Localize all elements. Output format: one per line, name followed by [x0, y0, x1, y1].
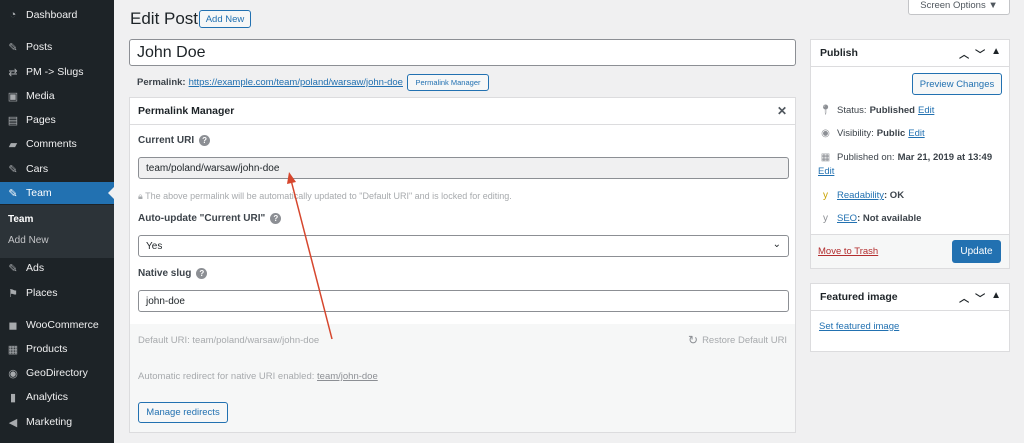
update-button[interactable]: Update: [952, 240, 1001, 263]
current-uri-label: Current URI?: [138, 135, 211, 146]
sidebar-item-comments[interactable]: ▰ Comments: [0, 133, 114, 155]
preview-changes-button[interactable]: Preview Changes: [912, 73, 1002, 95]
add-new-button[interactable]: Add New: [199, 10, 251, 28]
restore-icon: ↻: [688, 333, 699, 347]
sidebar-item-dashboard[interactable]: ◔ Dashboard: [0, 4, 114, 26]
featured-image-box: Featured image ︿ ﹀ ▲ Set featured image: [810, 283, 1010, 352]
chevron-up-icon[interactable]: ︿: [959, 290, 969, 305]
sidebar-item-analytics[interactable]: ▮ Analytics: [0, 386, 114, 408]
globe-icon: ◉: [8, 367, 18, 380]
sidebar-item-pages[interactable]: ▤ Pages: [0, 109, 114, 131]
native-slug-label: Native slug?: [138, 268, 208, 279]
close-icon[interactable]: ✕: [777, 104, 787, 118]
seo-row: y SEO: Not available: [819, 213, 921, 224]
publish-title: Publish: [820, 47, 858, 59]
team-submenu: Team Add New: [0, 205, 114, 258]
move-to-trash-link[interactable]: Move to Trash: [818, 246, 878, 257]
analytics-icon: ▮: [9, 391, 17, 404]
collapse-icon[interactable]: ▲: [991, 290, 1001, 305]
default-uri: Default URI: team/poland/warsaw/john-doe: [138, 335, 320, 346]
status-row: 📍︎ Status: Published Edit: [819, 105, 935, 116]
publish-footer: Move to Trash Update: [811, 234, 1009, 268]
megaphone-icon: ◀: [8, 416, 18, 429]
readability-row: y Readability: OK: [819, 190, 904, 201]
calendar-icon: ▦: [820, 152, 831, 163]
set-featured-image-link[interactable]: Set featured image: [819, 321, 899, 332]
collapse-icon[interactable]: ▲: [991, 46, 1001, 61]
pin-icon: ✎: [8, 163, 18, 176]
chevron-down-icon[interactable]: ﹀: [975, 46, 985, 61]
edit-visibility-link[interactable]: Edit: [908, 128, 924, 139]
pin-icon: ✎: [8, 262, 18, 275]
help-icon[interactable]: ?: [199, 135, 211, 146]
permalink-row: Permalink: https://example.com/team/pola…: [137, 74, 489, 91]
pin-icon: 📍︎: [819, 105, 832, 116]
chevron-down-icon[interactable]: ﹀: [975, 290, 985, 305]
submenu-item-add-new[interactable]: Add New: [8, 235, 49, 246]
sidebar-item-ads[interactable]: ✎ Ads: [0, 257, 114, 279]
eye-icon: ◉: [821, 128, 830, 139]
permalink-manager-button[interactable]: Permalink Manager: [406, 74, 489, 91]
sidebar-item-pm-slugs[interactable]: ⇄ PM -> Slugs: [0, 61, 114, 83]
pin-icon: ✎: [8, 187, 18, 200]
manage-redirects-button[interactable]: Manage redirects: [138, 402, 228, 423]
native-slug-input[interactable]: john-doe: [138, 290, 789, 312]
sidebar-item-marketing[interactable]: ◀ Marketing: [0, 411, 114, 433]
sidebar-item-team[interactable]: ✎ Team: [0, 182, 114, 204]
sidebar-item-products[interactable]: ▦ Products: [0, 338, 114, 360]
yoast-icon: y: [823, 190, 828, 201]
woo-icon: ◼: [8, 319, 18, 332]
dashboard-icon: ◔: [9, 9, 17, 21]
permalink-label: Permalink:: [137, 77, 186, 88]
edit-status-link[interactable]: Edit: [918, 105, 934, 116]
visibility-row: ◉ Visibility: Public Edit: [819, 128, 925, 139]
sidebar-item-posts[interactable]: ✎ Posts: [0, 36, 114, 58]
help-icon[interactable]: ?: [196, 268, 208, 279]
shuffle-icon: ⇄: [8, 66, 18, 79]
edit-date-link[interactable]: Edit: [818, 166, 834, 177]
help-icon[interactable]: ?: [270, 213, 282, 224]
chevron-down-icon: ⌄: [772, 239, 781, 250]
submenu-item-team[interactable]: Team: [8, 214, 33, 225]
sidebar-item-woocommerce[interactable]: ◼ WooCommerce: [0, 314, 114, 336]
redirect-info: Automatic redirect for native URI enable…: [138, 371, 378, 382]
admin-sidebar: ◔ Dashboard ✎ Posts ⇄ PM -> Slugs ▣ Media ▤ P…: [0, 0, 114, 443]
sidebar-item-places[interactable]: ⚑ Places: [0, 282, 114, 304]
auto-update-label: Auto-update "Current URI"?: [138, 213, 282, 224]
auto-update-select[interactable]: Yes ⌄: [138, 235, 789, 257]
sidebar-item-media[interactable]: ▣ Media: [0, 85, 114, 107]
permalink-manager-title: Permalink Manager: [138, 105, 235, 117]
page-title: Edit Post: [130, 9, 199, 28]
comment-icon: ▰: [8, 138, 18, 151]
permalink-manager-box: Permalink Manager ✕ Current URI? team/po…: [129, 97, 796, 433]
places-icon: ⚑: [8, 287, 18, 300]
featured-image-title: Featured image: [820, 291, 898, 303]
permalink-manager-header: Permalink Manager ✕: [130, 98, 795, 125]
permalink-link[interactable]: https://example.com/team/poland/warsaw/j…: [189, 77, 403, 88]
lock-note: 🔒︎ The above permalink will be automatic…: [138, 191, 512, 201]
restore-default-uri-link[interactable]: ↻ Restore Default URI: [688, 333, 787, 347]
published-edit-row: Edit: [818, 166, 834, 177]
published-on-row: ▦ Published on: Mar 21, 2019 at 13:49: [820, 152, 993, 163]
page-icon: ▤: [7, 114, 19, 127]
chevron-up-icon[interactable]: ︿: [959, 46, 969, 61]
readability-link[interactable]: Readability: [837, 190, 884, 201]
yoast-icon: y: [823, 213, 828, 224]
permalink-manager-lower: Default URI: team/poland/warsaw/john-doe…: [130, 324, 795, 432]
post-title-input[interactable]: John Doe: [129, 39, 796, 66]
products-icon: ▦: [7, 343, 19, 356]
sidebar-item-geodirectory[interactable]: ◉ GeoDirectory: [0, 362, 114, 384]
publish-box: Publish ︿ ﹀ ▲ Preview Changes 📍︎ Status: Pub…: [810, 39, 1010, 269]
featured-image-header: Featured image ︿ ﹀ ▲: [811, 284, 1009, 311]
current-uri-field[interactable]: team/poland/warsaw/john-doe: [138, 157, 789, 179]
pin-icon: ✎: [8, 41, 18, 54]
sidebar-item-cars[interactable]: ✎ Cars: [0, 158, 114, 180]
publish-header: Publish ︿ ﹀ ▲: [811, 40, 1009, 67]
redirect-link[interactable]: team/john-doe: [317, 371, 378, 382]
screen-options-button[interactable]: Screen Options ▼: [908, 0, 1010, 15]
seo-link[interactable]: SEO: [837, 213, 857, 224]
media-icon: ▣: [7, 90, 19, 103]
